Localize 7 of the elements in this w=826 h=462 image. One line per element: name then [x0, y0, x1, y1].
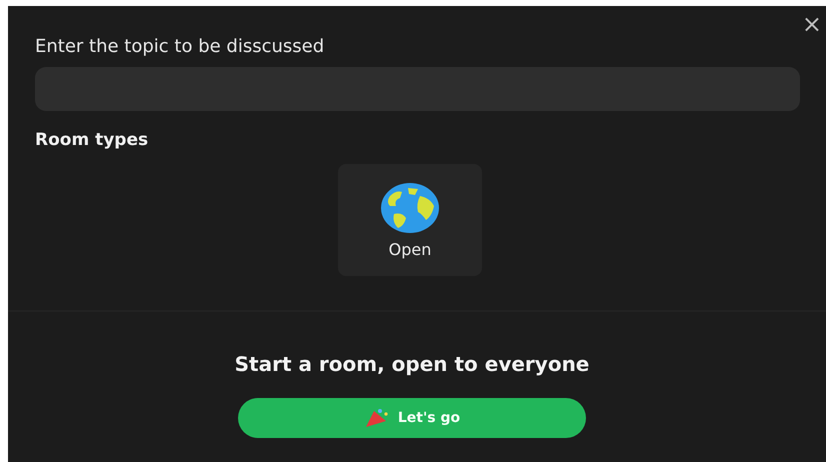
globe-icon — [380, 182, 440, 234]
close-button[interactable]: × — [798, 12, 826, 36]
topic-label: Enter the topic to be disscussed — [35, 36, 324, 57]
room-type-option[interactable]: Open — [338, 164, 482, 276]
room-description: Start a room, open to everyone — [234, 352, 590, 376]
room-types-heading: Room types — [35, 130, 148, 150]
party-popper-icon — [364, 407, 390, 429]
